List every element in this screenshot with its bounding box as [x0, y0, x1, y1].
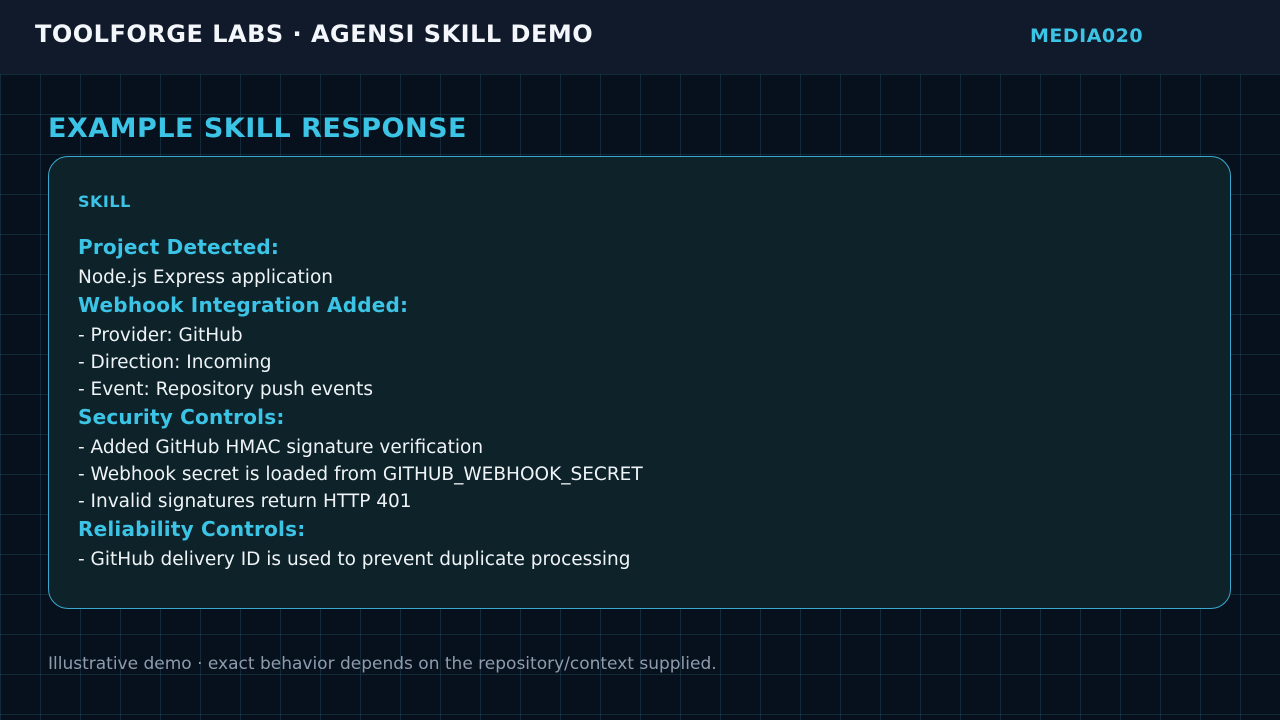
- skill-response-card: SKILL Project Detected: Node.js Express …: [48, 156, 1231, 609]
- card-label: SKILL: [78, 192, 131, 211]
- detail-line: - Webhook secret is loaded from GITHUB_W…: [78, 464, 643, 485]
- detail-line: - Added GitHub HMAC signature verificati…: [78, 437, 484, 458]
- detail-line: - GitHub delivery ID is used to prevent …: [78, 549, 631, 570]
- section-title-reliability-controls: Reliability Controls:: [78, 517, 306, 541]
- section-title-webhook-integration: Webhook Integration Added:: [78, 293, 409, 317]
- detail-line: - Event: Repository push events: [78, 379, 373, 400]
- media-id-label: MEDIA020: [1030, 25, 1144, 47]
- footer-disclaimer: Illustrative demo · exact behavior depen…: [48, 654, 717, 674]
- card-body: Project Detected: Node.js Express applic…: [78, 233, 1178, 573]
- page-title: EXAMPLE SKILL RESPONSE: [48, 113, 467, 144]
- section-title-security-controls: Security Controls:: [78, 405, 285, 429]
- header-bar: TOOLFORGE LABS · AGENSI SKILL DEMO MEDIA…: [0, 0, 1280, 74]
- detail-line: Node.js Express application: [78, 267, 333, 288]
- detail-line: - Direction: Incoming: [78, 352, 272, 373]
- section-title-project-detected: Project Detected:: [78, 235, 280, 259]
- detail-line: - Invalid signatures return HTTP 401: [78, 491, 412, 512]
- detail-line: - Provider: GitHub: [78, 325, 243, 346]
- brand-title: TOOLFORGE LABS · AGENSI SKILL DEMO: [35, 20, 594, 48]
